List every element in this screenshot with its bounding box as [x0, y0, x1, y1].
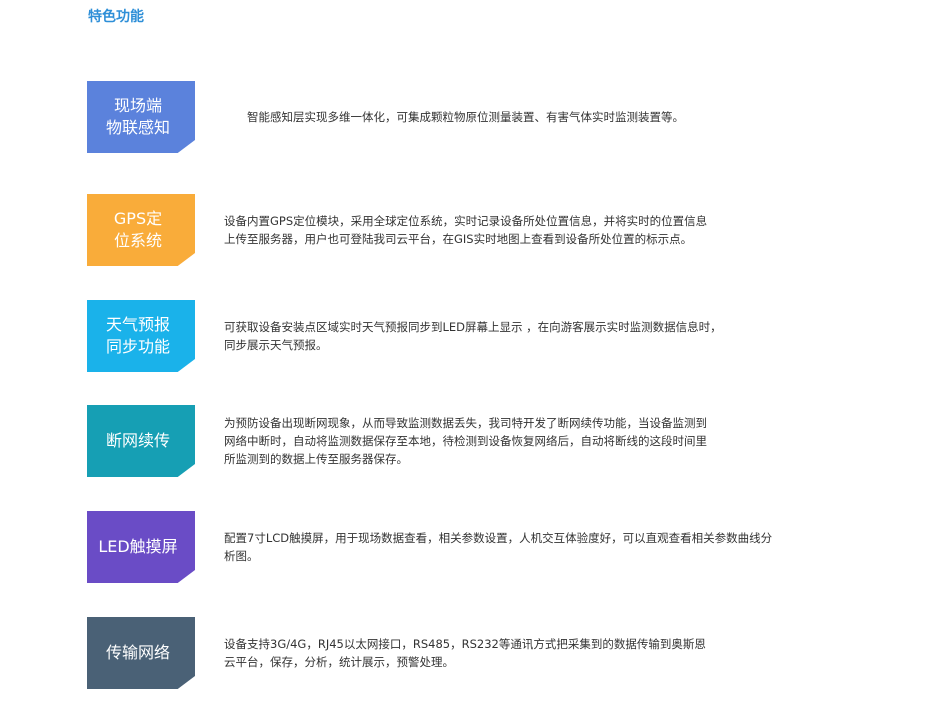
feature-item-network: 传输网络 设备支持3G/4G，RJ45以太网接口，RS485，RS232等通讯方… — [87, 617, 927, 689]
feature-item-weather: 天气预报 同步功能 可获取设备安装点区域实时天气预报同步到LED屏幕上显示 ，在… — [87, 300, 927, 372]
feature-title-line: 天气预报 — [105, 315, 170, 334]
feature-description: 配置7寸LCD触摸屏，用于现场数据查看，相关参数设置，人机交互体验度好，可以直观… — [224, 529, 874, 565]
feature-description-line: 为预防设备出现断网现象，从而导致监测数据丢失，我司特开发了断网续传功能，当设备监… — [224, 416, 707, 430]
feature-title: LED触摸屏 — [98, 536, 177, 558]
feature-badge: 现场端 物联感知 — [87, 81, 195, 153]
feature-description-line: 云平台，保存，分析，统计展示，预警处理。 — [224, 655, 454, 669]
feature-description-line: 网络中断时，自动将监测数据保存至本地，待检测到设备恢复网络后，自动将断线的这段时… — [224, 434, 707, 448]
feature-description-line: 智能感知层实现多维一体化，可集成颗粒物原位测量装置、有害气体实时监测装置等。 — [247, 110, 684, 124]
feature-title-line: LED触摸屏 — [98, 537, 178, 556]
feature-description: 可获取设备安装点区域实时天气预报同步到LED屏幕上显示 ，在向游客展示实时监测数… — [224, 318, 864, 354]
feature-description-line: 同步展示天气预报。 — [224, 338, 328, 352]
feature-description-line: 所监测到的数据上传至服务器保存。 — [224, 452, 408, 466]
feature-badge: 传输网络 — [87, 617, 195, 689]
feature-description: 智能感知层实现多维一体化，可集成颗粒物原位测量装置、有害气体实时监测装置等。 — [247, 108, 887, 126]
feature-item-touchscreen: LED触摸屏 配置7寸LCD触摸屏，用于现场数据查看，相关参数设置，人机交互体验… — [87, 511, 927, 583]
feature-title-line: 物联感知 — [105, 118, 170, 137]
feature-item-gps: GPS定 位系统 设备内置GPS定位模块，采用全球定位系统，实时记录设备所处位置… — [87, 194, 927, 266]
feature-description-line: 上传至服务器，用户也可登陆我司云平台，在GIS实时地图上查看到设备所处位置的标示… — [224, 232, 693, 246]
feature-title: GPS定 位系统 — [114, 208, 162, 252]
feature-title: 传输网络 — [106, 642, 170, 664]
feature-description-line: 设备内置GPS定位模块，采用全球定位系统，实时记录设备所处位置信息，并将实时的位… — [224, 214, 708, 228]
feature-badge: LED触摸屏 — [87, 511, 195, 583]
feature-badge: GPS定 位系统 — [87, 194, 195, 266]
feature-badge: 天气预报 同步功能 — [87, 300, 195, 372]
feature-item-iot: 现场端 物联感知 智能感知层实现多维一体化，可集成颗粒物原位测量装置、有害气体实… — [87, 81, 927, 153]
feature-title-line: 断网续传 — [105, 431, 170, 450]
feature-title: 现场端 物联感知 — [106, 95, 170, 139]
feature-title-line: 同步功能 — [105, 337, 170, 356]
feature-title-line: 现场端 — [113, 96, 162, 115]
feature-description-line: 设备支持3G/4G，RJ45以太网接口，RS485，RS232等通讯方式把采集到… — [224, 637, 706, 651]
feature-description: 设备内置GPS定位模块，采用全球定位系统，实时记录设备所处位置信息，并将实时的位… — [224, 212, 864, 248]
feature-description-line: 析图。 — [224, 549, 259, 563]
feature-description: 为预防设备出现断网现象，从而导致监测数据丢失，我司特开发了断网续传功能，当设备监… — [224, 414, 864, 468]
feature-item-resume: 断网续传 为预防设备出现断网现象，从而导致监测数据丢失，我司特开发了断网续传功能… — [87, 405, 927, 477]
feature-description-line: 配置7寸LCD触摸屏，用于现场数据查看，相关参数设置，人机交互体验度好，可以直观… — [224, 531, 773, 545]
feature-description: 设备支持3G/4G，RJ45以太网接口，RS485，RS232等通讯方式把采集到… — [224, 635, 864, 671]
section-title: 特色功能 — [88, 9, 144, 25]
feature-title-line: GPS定 — [113, 209, 163, 228]
feature-title-line: 位系统 — [113, 231, 162, 250]
feature-title-line: 传输网络 — [105, 643, 170, 662]
feature-description-line: 可获取设备安装点区域实时天气预报同步到LED屏幕上显示 ，在向游客展示实时监测数… — [224, 320, 722, 334]
feature-badge: 断网续传 — [87, 405, 195, 477]
feature-title: 断网续传 — [106, 430, 170, 452]
feature-title: 天气预报 同步功能 — [106, 314, 170, 358]
